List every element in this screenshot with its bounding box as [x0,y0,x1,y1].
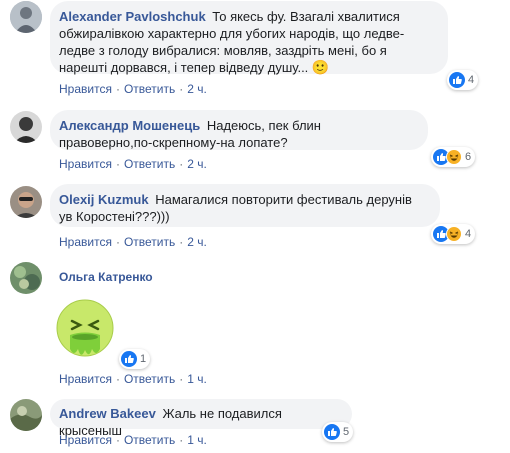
comment-actions: Нравится · Ответить · 2 ч. [59,157,207,171]
comment-bubble: Александр Мошенець Надеюсь, пек блин пра… [50,110,428,150]
avatar[interactable] [10,1,42,33]
comment-bubble: Andrew Bakeev Жаль не подавился крысеныш [50,399,352,438]
comment-bubble: Olexij Kuzmuk Намагалися повторити фести… [50,184,440,227]
timestamp[interactable]: 2 ч. [187,82,207,96]
sick-sticker-icon [52,297,118,363]
comment-bubble: Alexander Pavloshchuk То якесь фу. Взага… [50,1,448,75]
reaction-summary[interactable]: 5 [322,422,354,442]
reaction-summary[interactable]: 4 [447,70,479,90]
reply-button[interactable]: Ответить [124,235,175,249]
like-icon [121,351,137,367]
haha-icon [446,226,462,242]
reply-button[interactable]: Ответить [124,82,175,96]
reply-button[interactable]: Ответить [124,433,175,447]
reply-button[interactable]: Ответить [124,372,175,386]
timestamp[interactable]: 2 ч. [187,235,207,249]
reaction-count: 1 [140,353,147,365]
comment-author[interactable]: Andrew Bakeev [59,406,156,421]
reply-button[interactable]: Ответить [124,157,175,171]
timestamp[interactable]: 1 ч. [187,433,207,447]
comment-author[interactable]: Ольга Катренко [59,270,153,284]
avatar[interactable] [10,186,42,218]
reaction-summary[interactable]: 4 [431,224,476,244]
comment-actions: Нравится · Ответить · 2 ч. [59,82,207,96]
comment-author[interactable]: Alexander Pavloshchuk [59,9,206,24]
like-button[interactable]: Нравится [59,372,112,386]
reaction-summary[interactable]: 1 [119,349,151,369]
like-icon [449,72,465,88]
comment-author[interactable]: Александр Мошенець [59,118,200,133]
timestamp[interactable]: 2 ч. [187,157,207,171]
comment-actions: Нравится · Ответить · 2 ч. [59,235,207,249]
like-button[interactable]: Нравится [59,82,112,96]
timestamp[interactable]: 1 ч. [187,372,207,386]
comment-actions: Нравится · Ответить · 1 ч. [59,372,207,386]
like-button[interactable]: Нравится [59,235,112,249]
smile-emoji-icon: 🙂 [311,59,330,75]
reaction-count: 5 [343,426,350,438]
reaction-count: 6 [465,151,472,163]
avatar[interactable] [10,111,42,143]
like-icon [324,424,340,440]
like-button[interactable]: Нравится [59,433,112,447]
reaction-count: 4 [468,74,475,86]
like-button[interactable]: Нравится [59,157,112,171]
comment-author[interactable]: Olexij Kuzmuk [59,192,149,207]
reaction-count: 4 [465,228,472,240]
comment-actions: Нравится · Ответить · 1 ч. [59,433,207,447]
haha-icon [446,149,462,165]
reaction-summary[interactable]: 6 [431,147,476,167]
avatar[interactable] [10,262,42,294]
avatar[interactable] [10,399,42,431]
